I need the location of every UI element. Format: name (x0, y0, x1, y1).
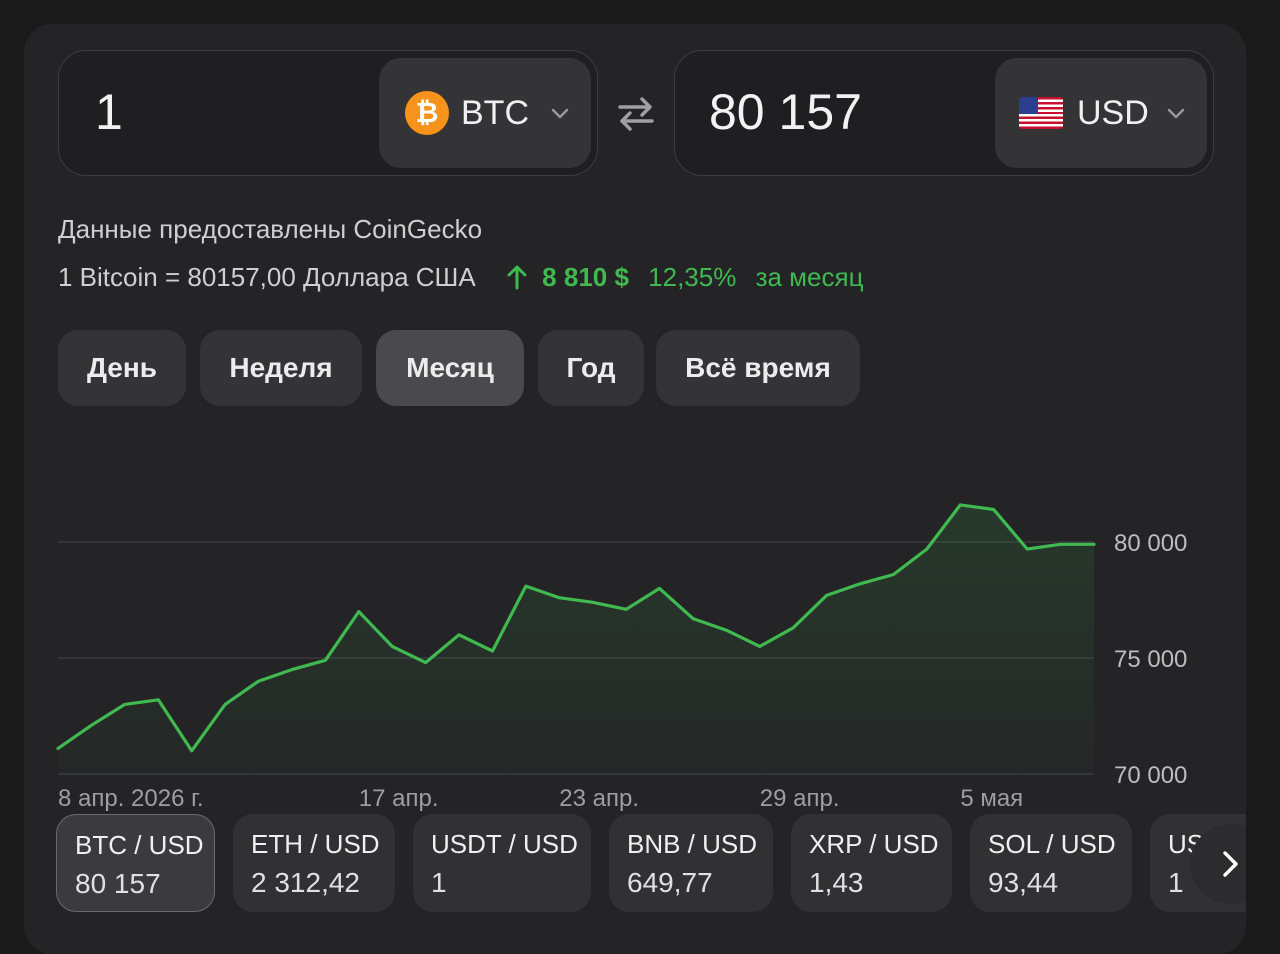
pair-value: 93,44 (988, 867, 1059, 898)
pair-item-usdt-usd[interactable]: USDT / USD 1 (413, 814, 591, 912)
pair-name: XRP / USD (809, 829, 939, 859)
to-currency-select[interactable]: USD (995, 58, 1207, 168)
rate-summary: 1 Bitcoin = 80157,00 Доллара США 8 810 $… (58, 262, 864, 293)
arrow-up-icon (507, 265, 527, 290)
from-currency-code: BTC (461, 94, 529, 132)
exchange-rate-text: 1 Bitcoin = 80157,00 Доллара США (58, 262, 476, 292)
price-area (58, 504, 1094, 774)
x-tick-label: 8 апр. 2026 г. (58, 785, 204, 812)
to-amount-box[interactable]: 80 157 USD (674, 50, 1214, 176)
tab-day[interactable]: День (58, 330, 186, 406)
pair-value: 80 157 (75, 868, 161, 899)
pair-item-eth-usd[interactable]: ETH / USD 2 312,42 (233, 814, 395, 912)
pair-name: SOL / USD (988, 829, 1116, 859)
pairs-list: BTC / USD 80 157 ETH / USD 2 312,42 USDT… (56, 814, 1246, 912)
us-flag-icon (1019, 97, 1063, 129)
tab-all-time[interactable]: Всё время (656, 330, 860, 406)
price-chart: 80 000 75 000 70 000 8 апр. 2026 г. 17 апр. 2… (24, 454, 1246, 814)
x-tick-label: 17 апр. (359, 785, 439, 812)
x-tick-label: 5 мая (960, 785, 1023, 812)
to-currency-code: USD (1077, 94, 1149, 132)
data-provider-note: Данные предоставлены CoinGecko (58, 214, 483, 244)
x-tick-label: 29 апр. (760, 785, 840, 812)
pair-item-xrp-usd[interactable]: XRP / USD 1,43 (791, 814, 952, 912)
y-tick-label: 80 000 (1114, 530, 1187, 557)
y-tick-label: 75 000 (1114, 646, 1187, 673)
pair-name: BNB / USD (627, 829, 758, 859)
pair-item-btc-usd[interactable]: BTC / USD 80 157 (56, 814, 215, 912)
change-percent: 12,35% (648, 262, 737, 292)
pair-item-bnb-usd[interactable]: BNB / USD 649,77 (609, 814, 773, 912)
from-amount-box[interactable]: 1 ₿ BTC (58, 50, 598, 176)
chevron-down-icon (1167, 108, 1185, 119)
x-tick-label: 23 апр. (559, 785, 639, 812)
y-tick-label: 70 000 (1114, 762, 1187, 789)
bitcoin-icon: ₿ (405, 91, 449, 135)
chevron-down-icon (551, 108, 569, 119)
tab-year[interactable]: Год (538, 330, 644, 406)
change-value: 8 810 $ (542, 262, 629, 292)
from-amount-input[interactable]: 1 (95, 81, 123, 143)
pair-item-sol-usd[interactable]: SOL / USD 93,44 (970, 814, 1132, 912)
chevron-right-icon (1223, 851, 1238, 877)
price-chart-svg: 80 000 75 000 70 000 8 апр. 2026 г. 17 апр. 2… (56, 503, 1187, 812)
change-period: за месяц (755, 262, 864, 292)
converter-card: 1 ₿ BTC 80 157 USD Данные предоставлены … (24, 24, 1246, 954)
to-amount-input[interactable]: 80 157 (709, 81, 862, 143)
pair-name: ETH / USD (251, 829, 380, 859)
pair-value: 2 312,42 (251, 867, 360, 898)
currency-converter: 1 ₿ BTC 80 157 USD (58, 50, 1214, 176)
pair-value: 1,43 (809, 867, 864, 898)
tab-month[interactable]: Месяц (376, 330, 524, 406)
tab-week[interactable]: Неделя (200, 330, 362, 406)
pair-name: BTC / USD (75, 830, 204, 860)
pair-name: USDT / USD (431, 829, 578, 859)
pair-value: 1 (431, 867, 447, 898)
from-currency-select[interactable]: ₿ BTC (379, 58, 591, 168)
pair-value: 649,77 (627, 867, 713, 898)
swap-arrows-icon[interactable] (614, 94, 658, 134)
